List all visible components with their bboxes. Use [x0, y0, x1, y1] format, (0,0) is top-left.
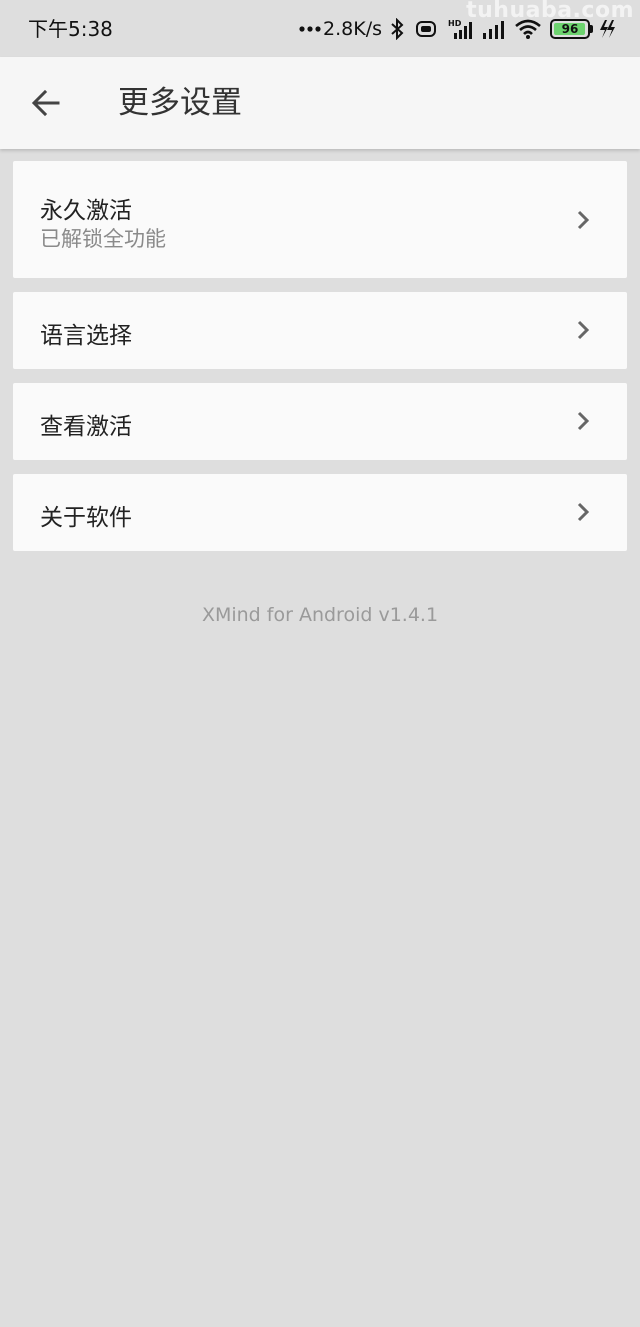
arrow-left-icon [31, 89, 60, 117]
svg-text:HD: HD [448, 19, 462, 28]
chevron-right-icon [577, 411, 590, 431]
network-speed: 2.8K/s [323, 18, 382, 40]
vibrate-icon [412, 20, 440, 38]
chevron-right-icon [577, 210, 590, 230]
settings-item-label: 查看激活 [40, 414, 132, 440]
app-version: XMind for Android v1.4.1 [201, 604, 439, 626]
hd-signal-icon: HD [448, 18, 474, 40]
status-time: 下午5:38 [28, 17, 113, 41]
settings-item-about[interactable]: 关于软件 [13, 474, 627, 551]
settings-item-label: 永久激活 [40, 198, 132, 224]
battery-level: 96 [561, 22, 579, 36]
settings-item-sublabel: 已解锁全功能 [40, 227, 166, 251]
back-button[interactable] [22, 79, 70, 127]
chevron-right-icon [577, 502, 590, 522]
chevron-right-icon [577, 320, 590, 340]
battery-icon: 96 [550, 19, 593, 39]
page-title: 更多设置 [118, 85, 242, 121]
settings-item-view-activation[interactable]: 查看激活 [13, 383, 627, 460]
settings-item-language[interactable]: 语言选择 [13, 292, 627, 369]
status-icons: 2.8K/s HD 96 [299, 14, 616, 44]
charging-icon [598, 19, 616, 39]
signal-icon [482, 19, 506, 39]
settings-item-label: 关于软件 [40, 505, 132, 531]
status-bar: 下午5:38 tuhuaba.com 2.8K/s HD 96 [0, 0, 640, 57]
more-dots-icon [299, 25, 321, 33]
app-bar: 更多设置 [0, 57, 640, 149]
settings-item-label: 语言选择 [40, 323, 132, 349]
wifi-icon [514, 18, 542, 40]
settings-item-permanent-activation[interactable]: 永久激活 已解锁全功能 [13, 161, 627, 278]
bluetooth-icon [390, 18, 404, 40]
